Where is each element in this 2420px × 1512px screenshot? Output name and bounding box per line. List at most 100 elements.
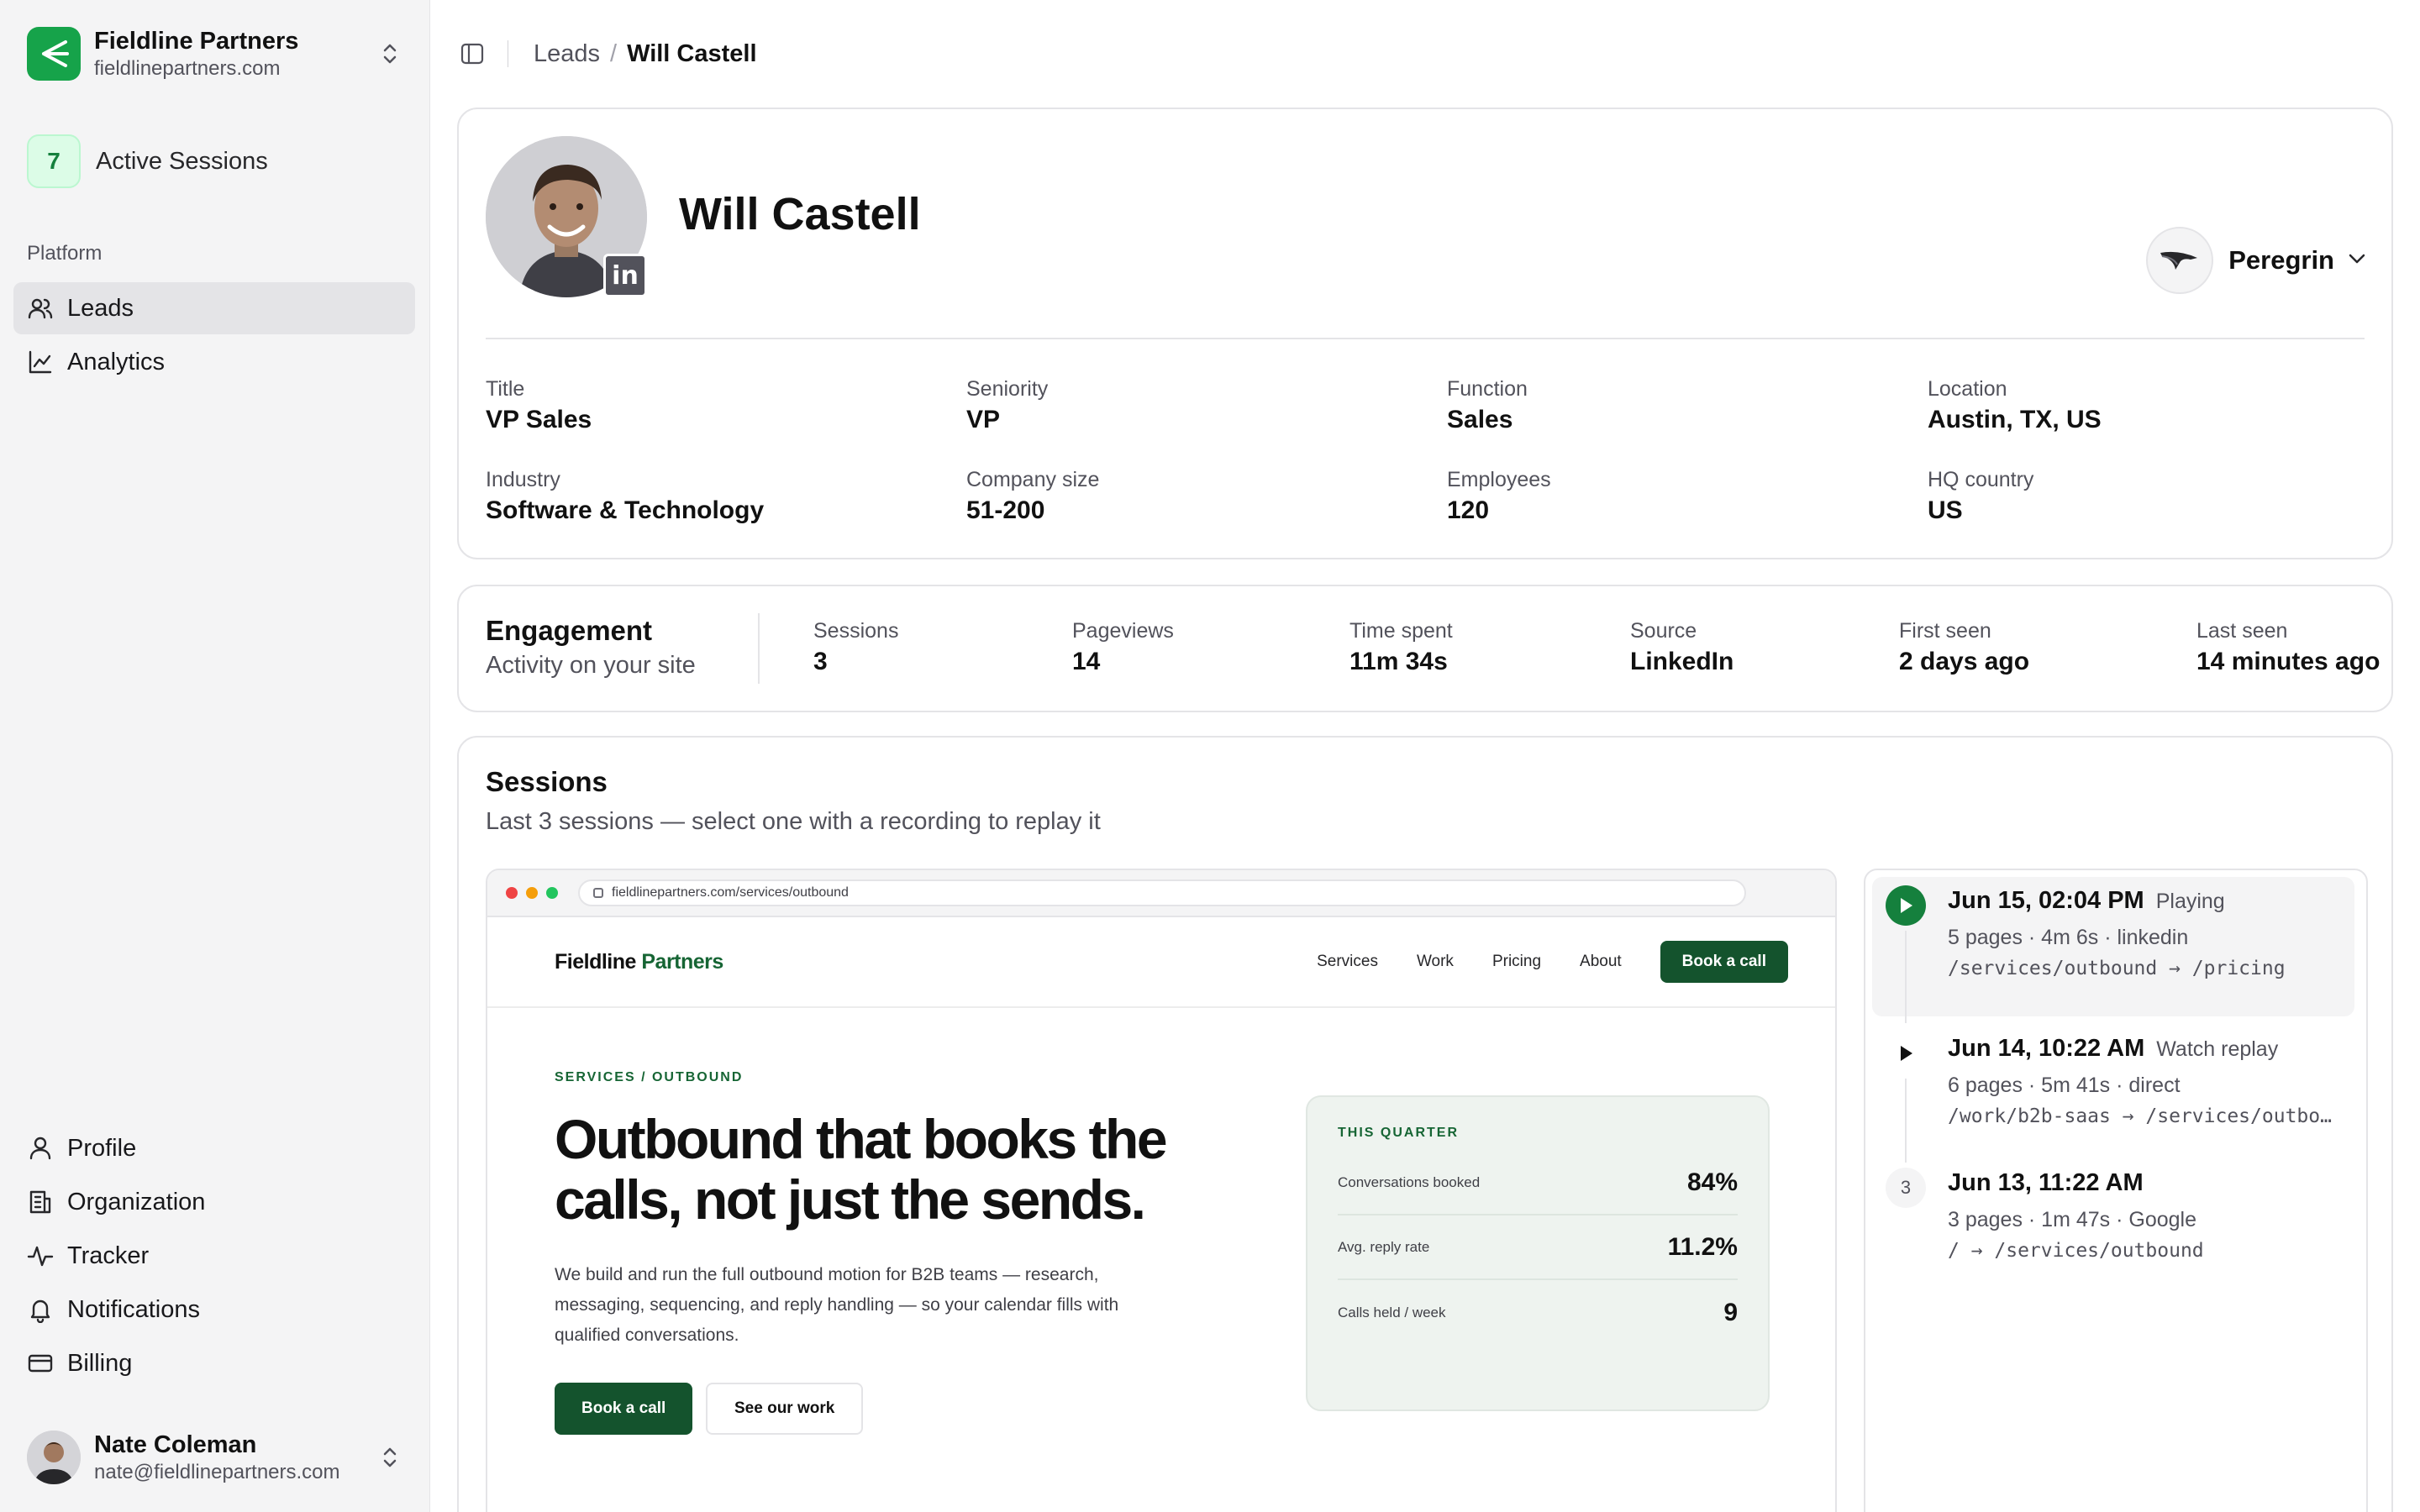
field-value: US [1928, 496, 1963, 524]
stat-label: Sessions [813, 619, 899, 643]
building-icon [27, 1189, 54, 1215]
field-value: 51-200 [966, 496, 1045, 524]
sidebar-item-label: Analytics [67, 348, 166, 375]
stat-first-seen: First seen 2 days ago [1899, 617, 2029, 679]
url-text: fieldlinepartners.com/services/outbound [612, 885, 849, 900]
stat-label: Source [1630, 619, 1697, 643]
user-email: nate@fieldlinepartners.com [94, 1461, 340, 1483]
stat-source: Source LinkedIn [1630, 617, 1733, 679]
sessions-title: Sessions [486, 766, 608, 797]
stat-time-spent: Time spent 11m 34s [1349, 617, 1453, 679]
session-date-text: Jun 14, 10:22 AM [1948, 1035, 2145, 1062]
sidebar-section-platform: Platform [27, 242, 103, 265]
play-icon [1886, 885, 1926, 926]
site-nav-about: About [1580, 953, 1622, 970]
sidebar-item-label: Tracker [67, 1242, 150, 1269]
stat-pageviews: Pageviews 14 [1072, 617, 1174, 679]
quarter-row: Conversations booked 84% [1338, 1151, 1738, 1215]
session-path: /services/outbound → /pricing [1948, 958, 2286, 979]
session-item-playing[interactable]: Jun 15, 02:04 PM Playing 5 pages · 4m 6s … [1872, 877, 2354, 1023]
user-menu[interactable]: Nate Coleman nate@fieldlinepartners.com [27, 1428, 405, 1487]
window-maximize-dot [546, 887, 558, 899]
engagement-title: Engagement [486, 615, 653, 646]
org-switcher[interactable]: Fieldline Partners fieldlinepartners.com [27, 25, 405, 82]
session-state: Playing [2155, 890, 2225, 913]
sidebar-item-profile[interactable]: Profile [13, 1122, 415, 1174]
field-value: Sales [1447, 406, 1513, 433]
field-label: Employees [1447, 468, 1551, 491]
site-nav-links: Services Work Pricing About Book a call [1317, 941, 1788, 983]
browser-chrome: fieldlinepartners.com/services/outbound [487, 870, 1835, 917]
sidebar-item-organization[interactable]: Organization [13, 1176, 415, 1228]
session-item[interactable]: Jun 14, 10:22 AM Watch replay 6 pages · 5… [1872, 1025, 2354, 1163]
activity-icon [27, 1242, 54, 1269]
site-nav-services: Services [1317, 953, 1378, 970]
sidebar-item-leads[interactable]: Leads [13, 282, 415, 334]
site-nav-book-call: Book a call [1660, 941, 1788, 983]
engagement-subtitle: Activity on your site [486, 652, 696, 679]
sidebar-toggle-icon[interactable] [457, 39, 487, 69]
breadcrumb-leads[interactable]: Leads [534, 40, 600, 68]
field-value: Austin, TX, US [1928, 406, 2102, 433]
users-icon [27, 295, 54, 322]
field-title: Title VP Sales [486, 375, 923, 437]
field-employees: Employees 120 [1447, 465, 1884, 528]
site-nav-pricing: Pricing [1491, 953, 1542, 970]
org-domain: fieldlinepartners.com [94, 57, 281, 80]
session-meta: 3 pages · 1m 47s · Google [1948, 1208, 2196, 1231]
breadcrumb: Leads / Will Castell [534, 40, 757, 68]
stat-value: 14 minutes ago [2196, 648, 2381, 675]
sidebar-item-notifications[interactable]: Notifications [13, 1284, 415, 1336]
field-company-size: Company size 51-200 [966, 465, 1403, 528]
field-function: Function Sales [1447, 375, 1884, 437]
field-label: HQ country [1928, 468, 2034, 491]
sidebar-item-label: Profile [67, 1134, 137, 1162]
field-label: Function [1447, 377, 1528, 401]
field-label: Seniority [966, 377, 1049, 401]
quarter-stats-card: THIS QUARTER Conversations booked 84% Av… [1306, 1095, 1770, 1411]
hero-see-work-button: See our work [706, 1383, 864, 1435]
stat-label: Pageviews [1072, 619, 1174, 643]
sessions-subtitle: Last 3 sessions — select one with a reco… [486, 808, 1101, 835]
chevrons-up-down-icon [375, 1442, 405, 1473]
quarter-row: Calls held / week 9 [1338, 1280, 1738, 1345]
field-location: Location Austin, TX, US [1928, 375, 2365, 437]
window-close-dot [506, 887, 518, 899]
field-hq-country: HQ country US [1928, 465, 2365, 528]
field-value: VP Sales [486, 406, 592, 433]
stat-label: First seen [1899, 619, 1991, 643]
sidebar-item-billing[interactable]: Billing [13, 1337, 415, 1389]
site-navbar: Fieldline Partners Services Work Pricing… [487, 917, 1835, 1008]
lead-profile-card: in Will Castell Peregrin Title VP Sales … [457, 108, 2393, 559]
site-nav-work: Work [1416, 953, 1454, 970]
chevrons-up-down-icon [375, 39, 405, 69]
sidebar-item-label: Billing [67, 1349, 133, 1377]
quarter-label: Conversations booked [1338, 1173, 1481, 1190]
peregrin-logo-icon [2146, 227, 2214, 294]
linkedin-icon[interactable]: in [603, 254, 647, 297]
hero-headline: Outbound that books the calls, not just … [555, 1108, 1168, 1231]
sidebar-item-tracker[interactable]: Tracker [13, 1230, 415, 1282]
breadcrumb-current: Will Castell [627, 39, 757, 67]
session-meta: 5 pages · 4m 6s · linkedin [1948, 926, 2189, 949]
session-meta: 6 pages · 5m 41s · direct [1948, 1074, 2181, 1097]
field-value: 120 [1447, 496, 1490, 524]
quarter-row: Avg. reply rate 11.2% [1338, 1215, 1738, 1280]
active-sessions-link[interactable]: 7 Active Sessions [27, 134, 268, 188]
site-logo-accent: Partners [641, 949, 723, 974]
sidebar: Fieldline Partners fieldlinepartners.com… [0, 0, 430, 1512]
owner-selector[interactable]: Peregrin [2146, 227, 2366, 294]
field-label: Industry [486, 468, 560, 491]
quarter-value: 9 [1723, 1298, 1738, 1326]
field-industry: Industry Software & Technology [486, 465, 923, 528]
field-seniority: Seniority VP [966, 375, 1403, 437]
session-replay-preview[interactable]: fieldlinepartners.com/services/outbound … [486, 869, 1837, 1512]
field-value: Software & Technology [486, 496, 765, 524]
sidebar-item-analytics[interactable]: Analytics [13, 336, 415, 388]
session-state: Watch replay [2156, 1037, 2279, 1061]
breadcrumb-separator: / [610, 39, 618, 67]
session-item[interactable]: 3 Jun 13, 11:22 AM 3 pages · 1m 47s · Go… [1872, 1159, 2354, 1285]
stat-value: 14 [1072, 648, 1101, 675]
timeline-connector [1905, 1079, 1907, 1163]
session-date: Jun 15, 02:04 PM Playing [1948, 887, 2225, 915]
